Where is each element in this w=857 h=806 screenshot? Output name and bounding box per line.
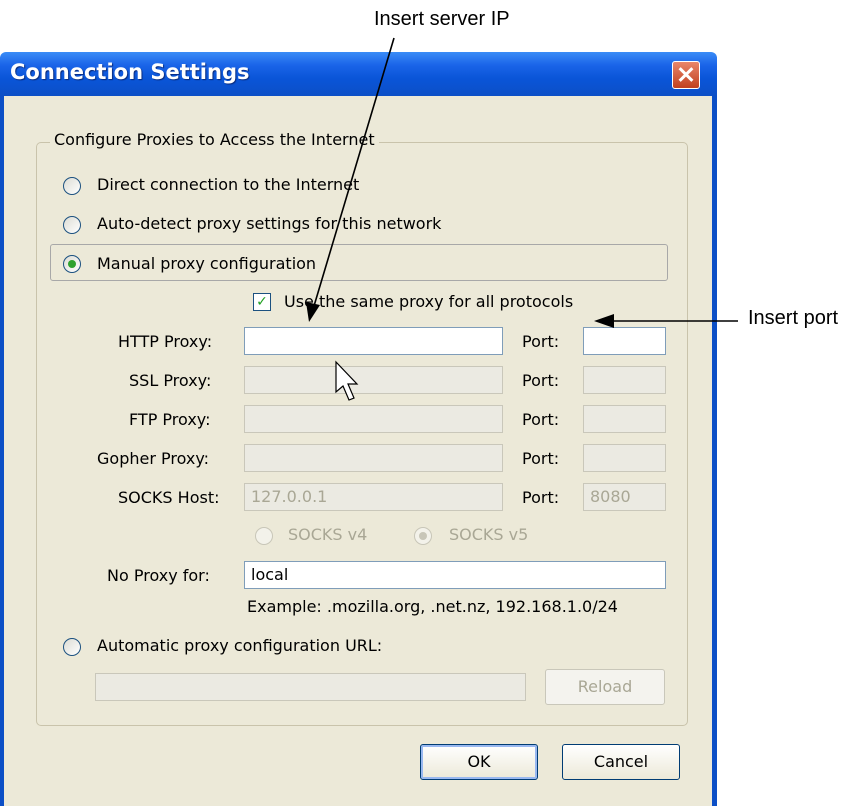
arrow-head-port (594, 314, 614, 328)
arrow-head-http-proxy (306, 302, 320, 322)
arrow-to-http-proxy (313, 37, 395, 307)
mouse-cursor-icon (335, 360, 359, 401)
annotation-overlay (306, 37, 738, 401)
